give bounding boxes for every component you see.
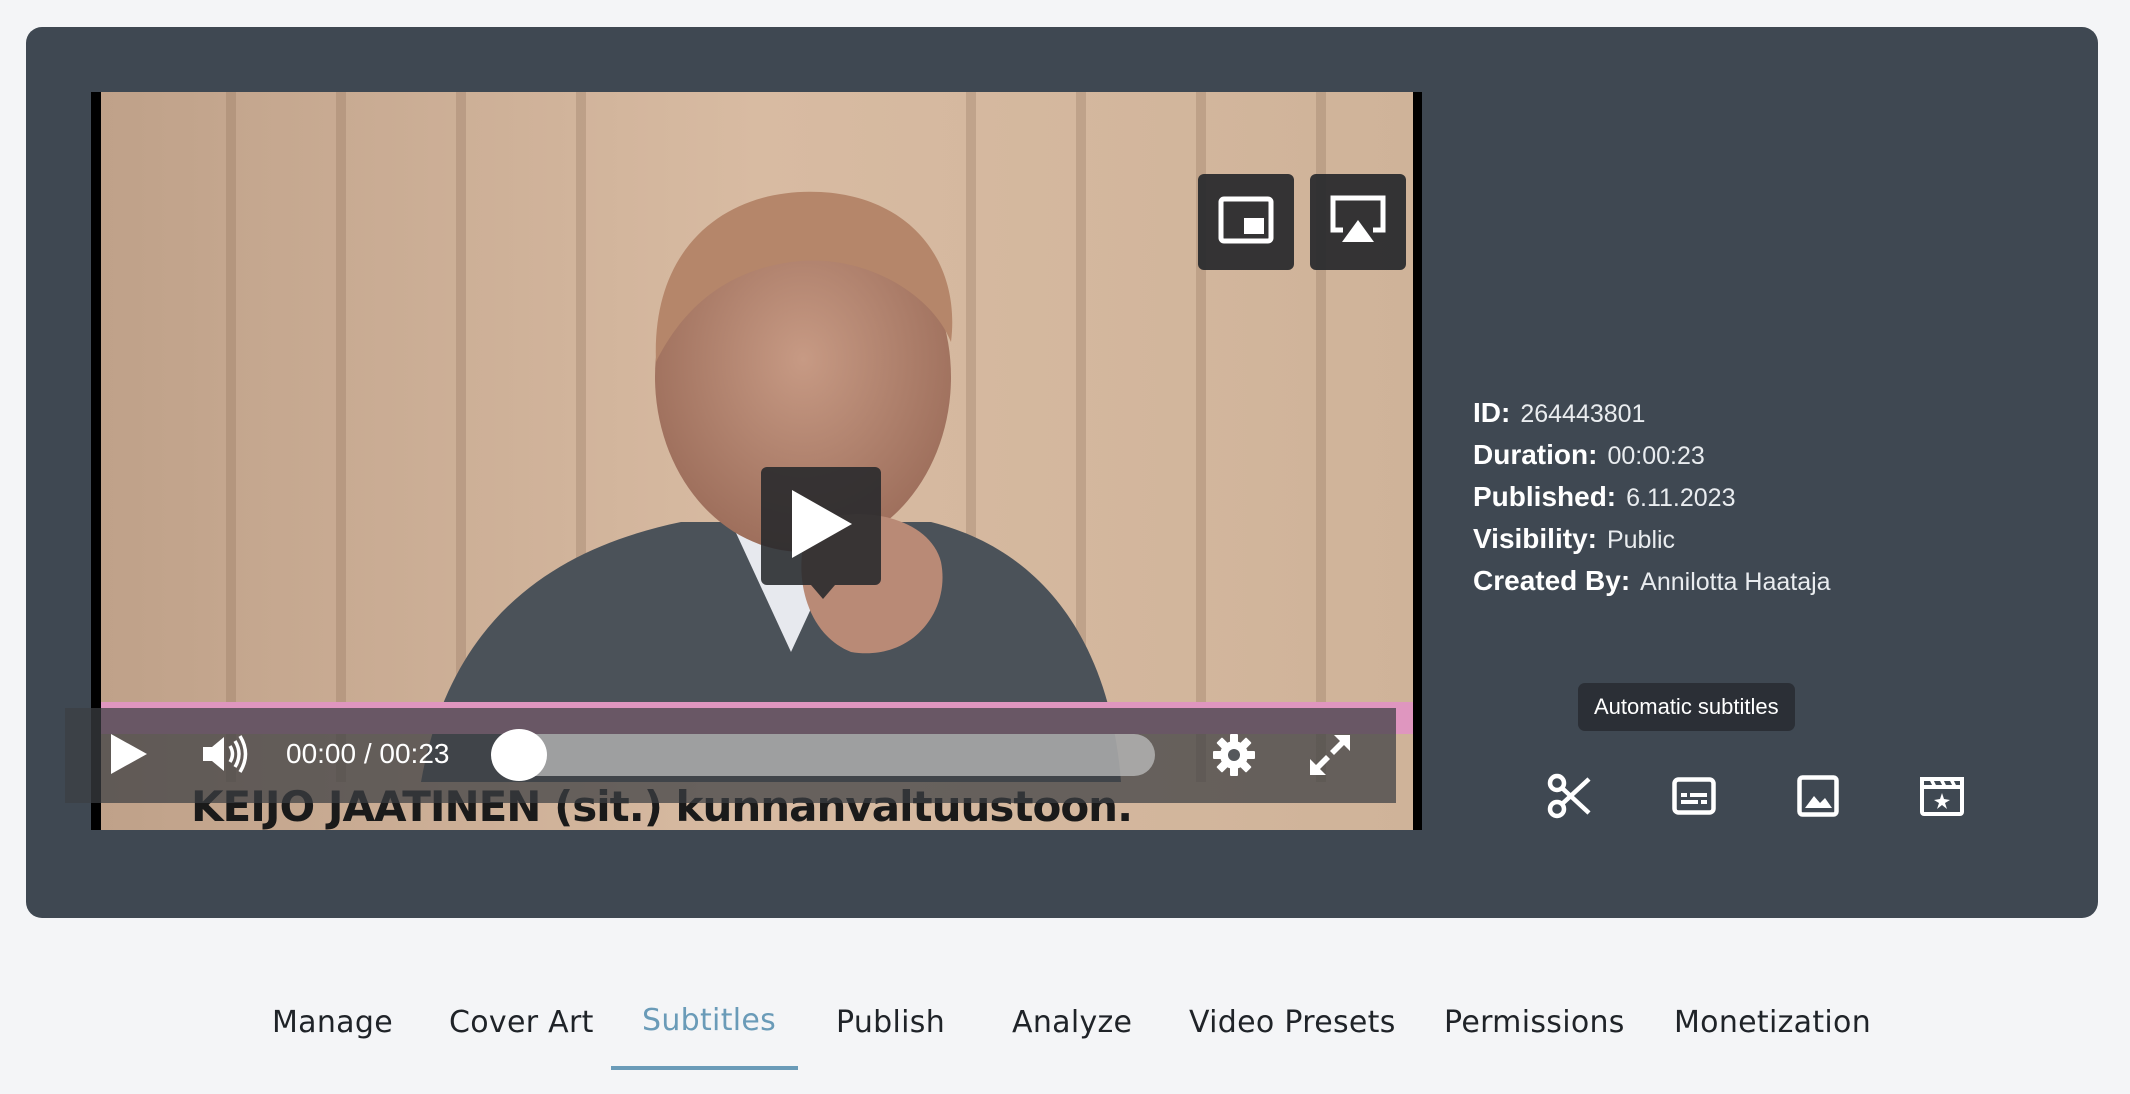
meta-published-label: Published:	[1473, 481, 1617, 512]
cover-image-button[interactable]	[1790, 770, 1846, 826]
meta-id-value: 264443801	[1520, 400, 1646, 428]
volume-icon	[201, 734, 249, 779]
picture-in-picture-icon	[1218, 196, 1274, 249]
meta-created-label: Created By:	[1473, 565, 1631, 596]
clapperboard-icon	[1919, 775, 1965, 822]
settings-button[interactable]	[1209, 732, 1259, 782]
image-icon	[1797, 774, 1839, 822]
meta-visibility-label: Visibility:	[1473, 523, 1597, 554]
meta-id-row: ID: 264443801	[1473, 397, 1831, 439]
progress-thumb[interactable]	[491, 729, 547, 781]
meta-duration-row: Duration: 00:00:23	[1473, 439, 1831, 481]
tab-video-presets[interactable]: Video Presets	[1189, 1005, 1396, 1040]
tab-publish[interactable]: Publish	[836, 1005, 945, 1040]
airplay-button[interactable]	[1310, 174, 1406, 270]
tab-analyze[interactable]: Analyze	[1012, 1005, 1132, 1040]
big-play-button[interactable]	[761, 467, 881, 599]
tab-manage[interactable]: Manage	[272, 1005, 393, 1040]
meta-duration-value: 00:00:23	[1607, 442, 1705, 470]
tab-subtitles[interactable]: Subtitles	[642, 1003, 776, 1038]
tab-permissions[interactable]: Permissions	[1444, 1005, 1625, 1040]
section-tabs: Manage Cover Art Subtitles Publish Analy…	[0, 985, 2130, 1075]
automatic-subtitles-tooltip: Automatic subtitles	[1578, 683, 1795, 731]
meta-visibility-value: Public	[1606, 526, 1676, 554]
time-display: 00:00 / 00:23	[286, 738, 450, 769]
play-button[interactable]	[105, 732, 153, 780]
automatic-subtitles-button[interactable]	[1666, 770, 1722, 826]
play-icon	[109, 732, 149, 781]
tab-monetization[interactable]: Monetization	[1674, 1005, 1871, 1040]
progress-track[interactable]	[491, 729, 1155, 781]
video-card: KEIJO JAATINEN (sit.) kunnanvaltuustoon.	[26, 27, 2098, 918]
subtitles-icon	[1672, 776, 1716, 820]
fullscreen-icon	[1308, 733, 1352, 782]
meta-created-value: Annilotta Haataja	[1640, 568, 1831, 596]
volume-button[interactable]	[199, 732, 251, 780]
airplay-icon	[1329, 194, 1387, 251]
play-button-tail	[811, 585, 835, 599]
meta-published-row: Published: 6.11.2023	[1473, 481, 1831, 523]
meta-duration-label: Duration:	[1473, 439, 1598, 470]
play-icon	[788, 488, 854, 565]
video-presets-button[interactable]	[1914, 770, 1970, 826]
gear-icon	[1212, 733, 1256, 782]
scissors-icon	[1547, 773, 1593, 824]
video-metadata: ID: 264443801 Duration: 00:00:23 Publish…	[1473, 397, 1831, 607]
player-control-bar: 00:00 / 00:23	[65, 708, 1396, 803]
active-tab-underline	[611, 1066, 798, 1070]
meta-visibility-row: Visibility: Public	[1473, 523, 1831, 565]
meta-created-row: Created By: Annilotta Haataja	[1473, 565, 1831, 607]
meta-published-value: 6.11.2023	[1626, 484, 1736, 512]
tab-cover-art[interactable]: Cover Art	[449, 1005, 594, 1040]
meta-id-label: ID:	[1473, 397, 1511, 428]
trim-button[interactable]	[1542, 770, 1598, 826]
fullscreen-button[interactable]	[1305, 732, 1355, 782]
picture-in-picture-button[interactable]	[1198, 174, 1294, 270]
